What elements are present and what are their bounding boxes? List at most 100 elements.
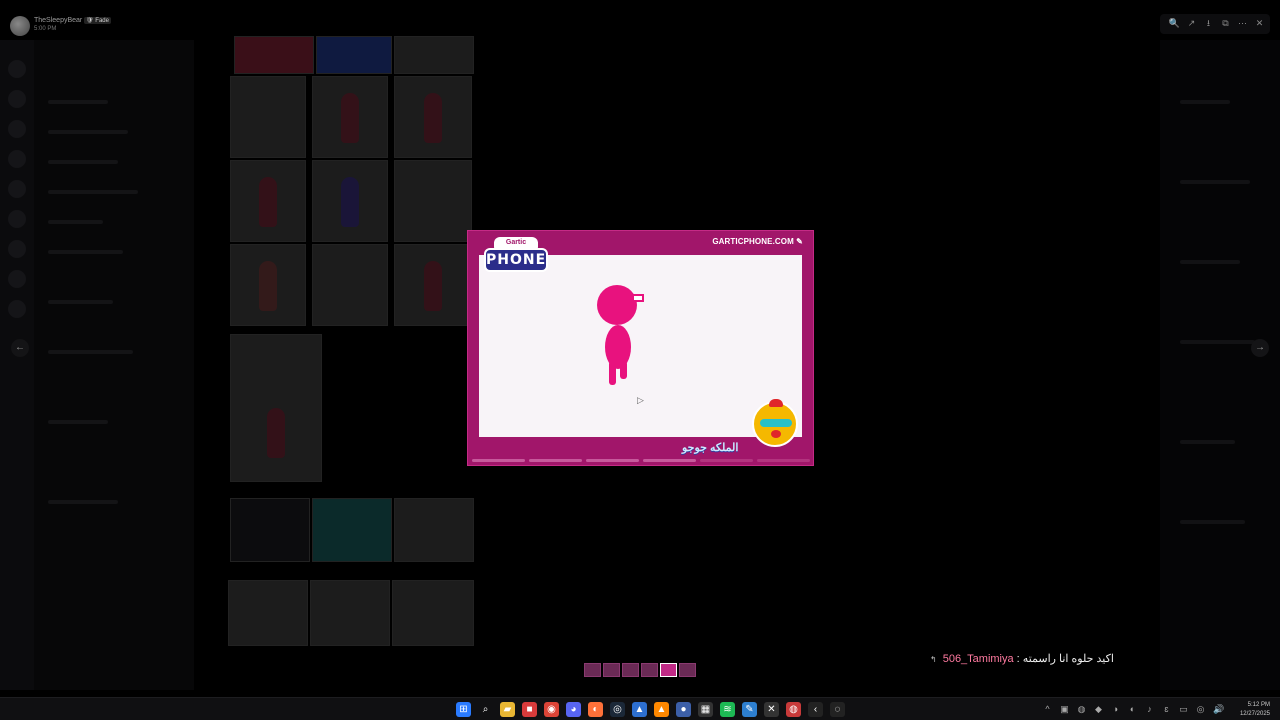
round-progress [472,459,810,462]
author-name[interactable]: TheSleepyBear [34,17,82,24]
server-icon[interactable] [8,270,26,288]
channel-item[interactable] [48,160,118,164]
image-tile[interactable] [230,76,306,158]
thumbnail[interactable] [603,663,620,677]
server-icon[interactable] [8,300,26,318]
chat-username: 506_Tamimiya [942,653,1014,665]
channel-item[interactable] [48,300,113,304]
app-red-icon[interactable]: ■ [522,702,537,717]
image-tile[interactable] [394,76,472,158]
image-tile[interactable] [394,498,474,562]
app-round-icon[interactable]: ● [676,702,691,717]
image-tile[interactable] [228,580,308,646]
image-tile[interactable] [394,160,472,242]
tray-icon[interactable]: ◑ [1111,704,1120,715]
image-tile[interactable] [312,498,392,562]
app-blue-icon[interactable]: ▲ [632,702,647,717]
server-icon[interactable] [8,210,26,228]
search-icon[interactable]: ⌕ [478,702,493,717]
app-circle-icon[interactable]: ◍ [786,702,801,717]
vlc-icon[interactable]: ▲ [654,702,669,717]
channel-item[interactable] [48,190,138,194]
channel-item[interactable] [48,220,103,224]
member-item[interactable] [1180,100,1230,104]
thumbnail[interactable] [622,663,639,677]
windows-taskbar: ⊞ ⌕ ▰ ■ ◉ ◕ ◐ ◎ ▲ ▲ ● ▦ ≋ ✎ ✕ ◍ ‹ ◌ ^ ▣ ◍ ◆ ◑ ◐ ♪ ɛ ▭ ◎ 🔊 5:12 PM 1… [0,697,1280,720]
tray-icon[interactable]: ▣ [1060,704,1069,715]
clock[interactable]: 5:12 PM 12/27/2025 [1240,701,1270,719]
thumbnail-active[interactable] [660,663,677,677]
windows-start-icon[interactable]: ⊞ [456,702,471,717]
image-tile[interactable] [230,244,306,326]
zoom-icon[interactable]: 🔍 [1168,17,1181,30]
open-external-icon[interactable]: ⧉ [1219,17,1232,30]
calculator-icon[interactable]: ▦ [698,702,713,717]
member-item[interactable] [1180,340,1255,344]
server-icon[interactable] [8,240,26,258]
channel-item[interactable] [48,350,133,354]
member-item[interactable] [1180,180,1250,184]
server-icon[interactable] [8,120,26,138]
mouse-cursor-icon: ▷ [637,395,644,405]
image-tile[interactable] [312,76,388,158]
image-tile[interactable] [394,244,472,326]
member-item[interactable] [1180,520,1245,524]
tray-icon[interactable]: ^ [1043,704,1052,715]
channel-item[interactable] [48,130,128,134]
right-panel [1160,40,1280,690]
steam-icon[interactable]: ◎ [610,702,625,717]
tray-icon[interactable]: ◐ [1128,704,1137,715]
next-image-button[interactable]: → [1251,339,1269,357]
thumbnail[interactable] [679,663,696,677]
thumbnail[interactable] [584,663,601,677]
close-icon[interactable]: ✕ [1253,17,1266,30]
channel-item[interactable] [48,420,108,424]
app-edit-icon[interactable]: ✎ [742,702,757,717]
server-icon[interactable] [8,150,26,168]
image-tile[interactable] [316,36,392,74]
server-icon[interactable] [8,180,26,198]
tray-icon[interactable]: ◎ [1196,704,1205,715]
tray-icon[interactable]: ◆ [1094,704,1103,715]
spotify-icon[interactable]: ≋ [720,702,735,717]
download-icon[interactable]: ⭳ [1202,17,1215,30]
previous-image-button[interactable]: ← [11,339,29,357]
image-tile[interactable] [312,244,388,326]
image-tile[interactable] [310,580,390,646]
channel-item[interactable] [48,500,118,504]
discord-icon[interactable]: ◕ [566,702,581,717]
channel-item[interactable] [48,250,123,254]
server-icon[interactable] [8,90,26,108]
image-tile[interactable] [230,160,306,242]
back-icon[interactable]: ‹ [808,702,823,717]
thumbnail[interactable] [641,663,658,677]
chrome-icon[interactable]: ◉ [544,702,559,717]
thumbnail-strip [584,663,696,677]
file-explorer-icon[interactable]: ▰ [500,702,515,717]
progress-segment [529,459,582,462]
image-tile[interactable] [234,36,314,74]
image-tile[interactable] [392,580,474,646]
tray-icon[interactable]: ɛ [1162,704,1171,715]
more-icon[interactable]: ⋯ [1236,17,1249,30]
server-icon[interactable] [8,60,26,78]
image-tile[interactable] [230,498,310,562]
tray-icon[interactable]: ▭ [1179,704,1188,715]
tray-icon[interactable]: ♪ [1145,704,1154,715]
forward-icon[interactable]: ↗ [1185,17,1198,30]
image-tile[interactable] [394,36,474,74]
app-ring-icon[interactable]: ◌ [830,702,845,717]
app-x-icon[interactable]: ✕ [764,702,779,717]
member-item[interactable] [1180,440,1235,444]
channel-item[interactable] [48,100,108,104]
image-tile[interactable] [230,334,322,482]
member-item[interactable] [1180,260,1240,264]
tray-icon[interactable]: ◍ [1077,704,1086,715]
avatar[interactable] [10,16,30,36]
viewed-image[interactable]: Gartic PHONE GARTICPHONE.COM ✎ الملكه جو… [467,230,814,466]
tray-icon[interactable]: 🔊 [1213,704,1224,715]
progress-segment [643,459,696,462]
taskbar-apps: ⊞ ⌕ ▰ ■ ◉ ◕ ◐ ◎ ▲ ▲ ● ▦ ≋ ✎ ✕ ◍ ‹ ◌ [456,702,845,717]
firefox-icon[interactable]: ◐ [588,702,603,717]
image-tile[interactable] [312,160,388,242]
